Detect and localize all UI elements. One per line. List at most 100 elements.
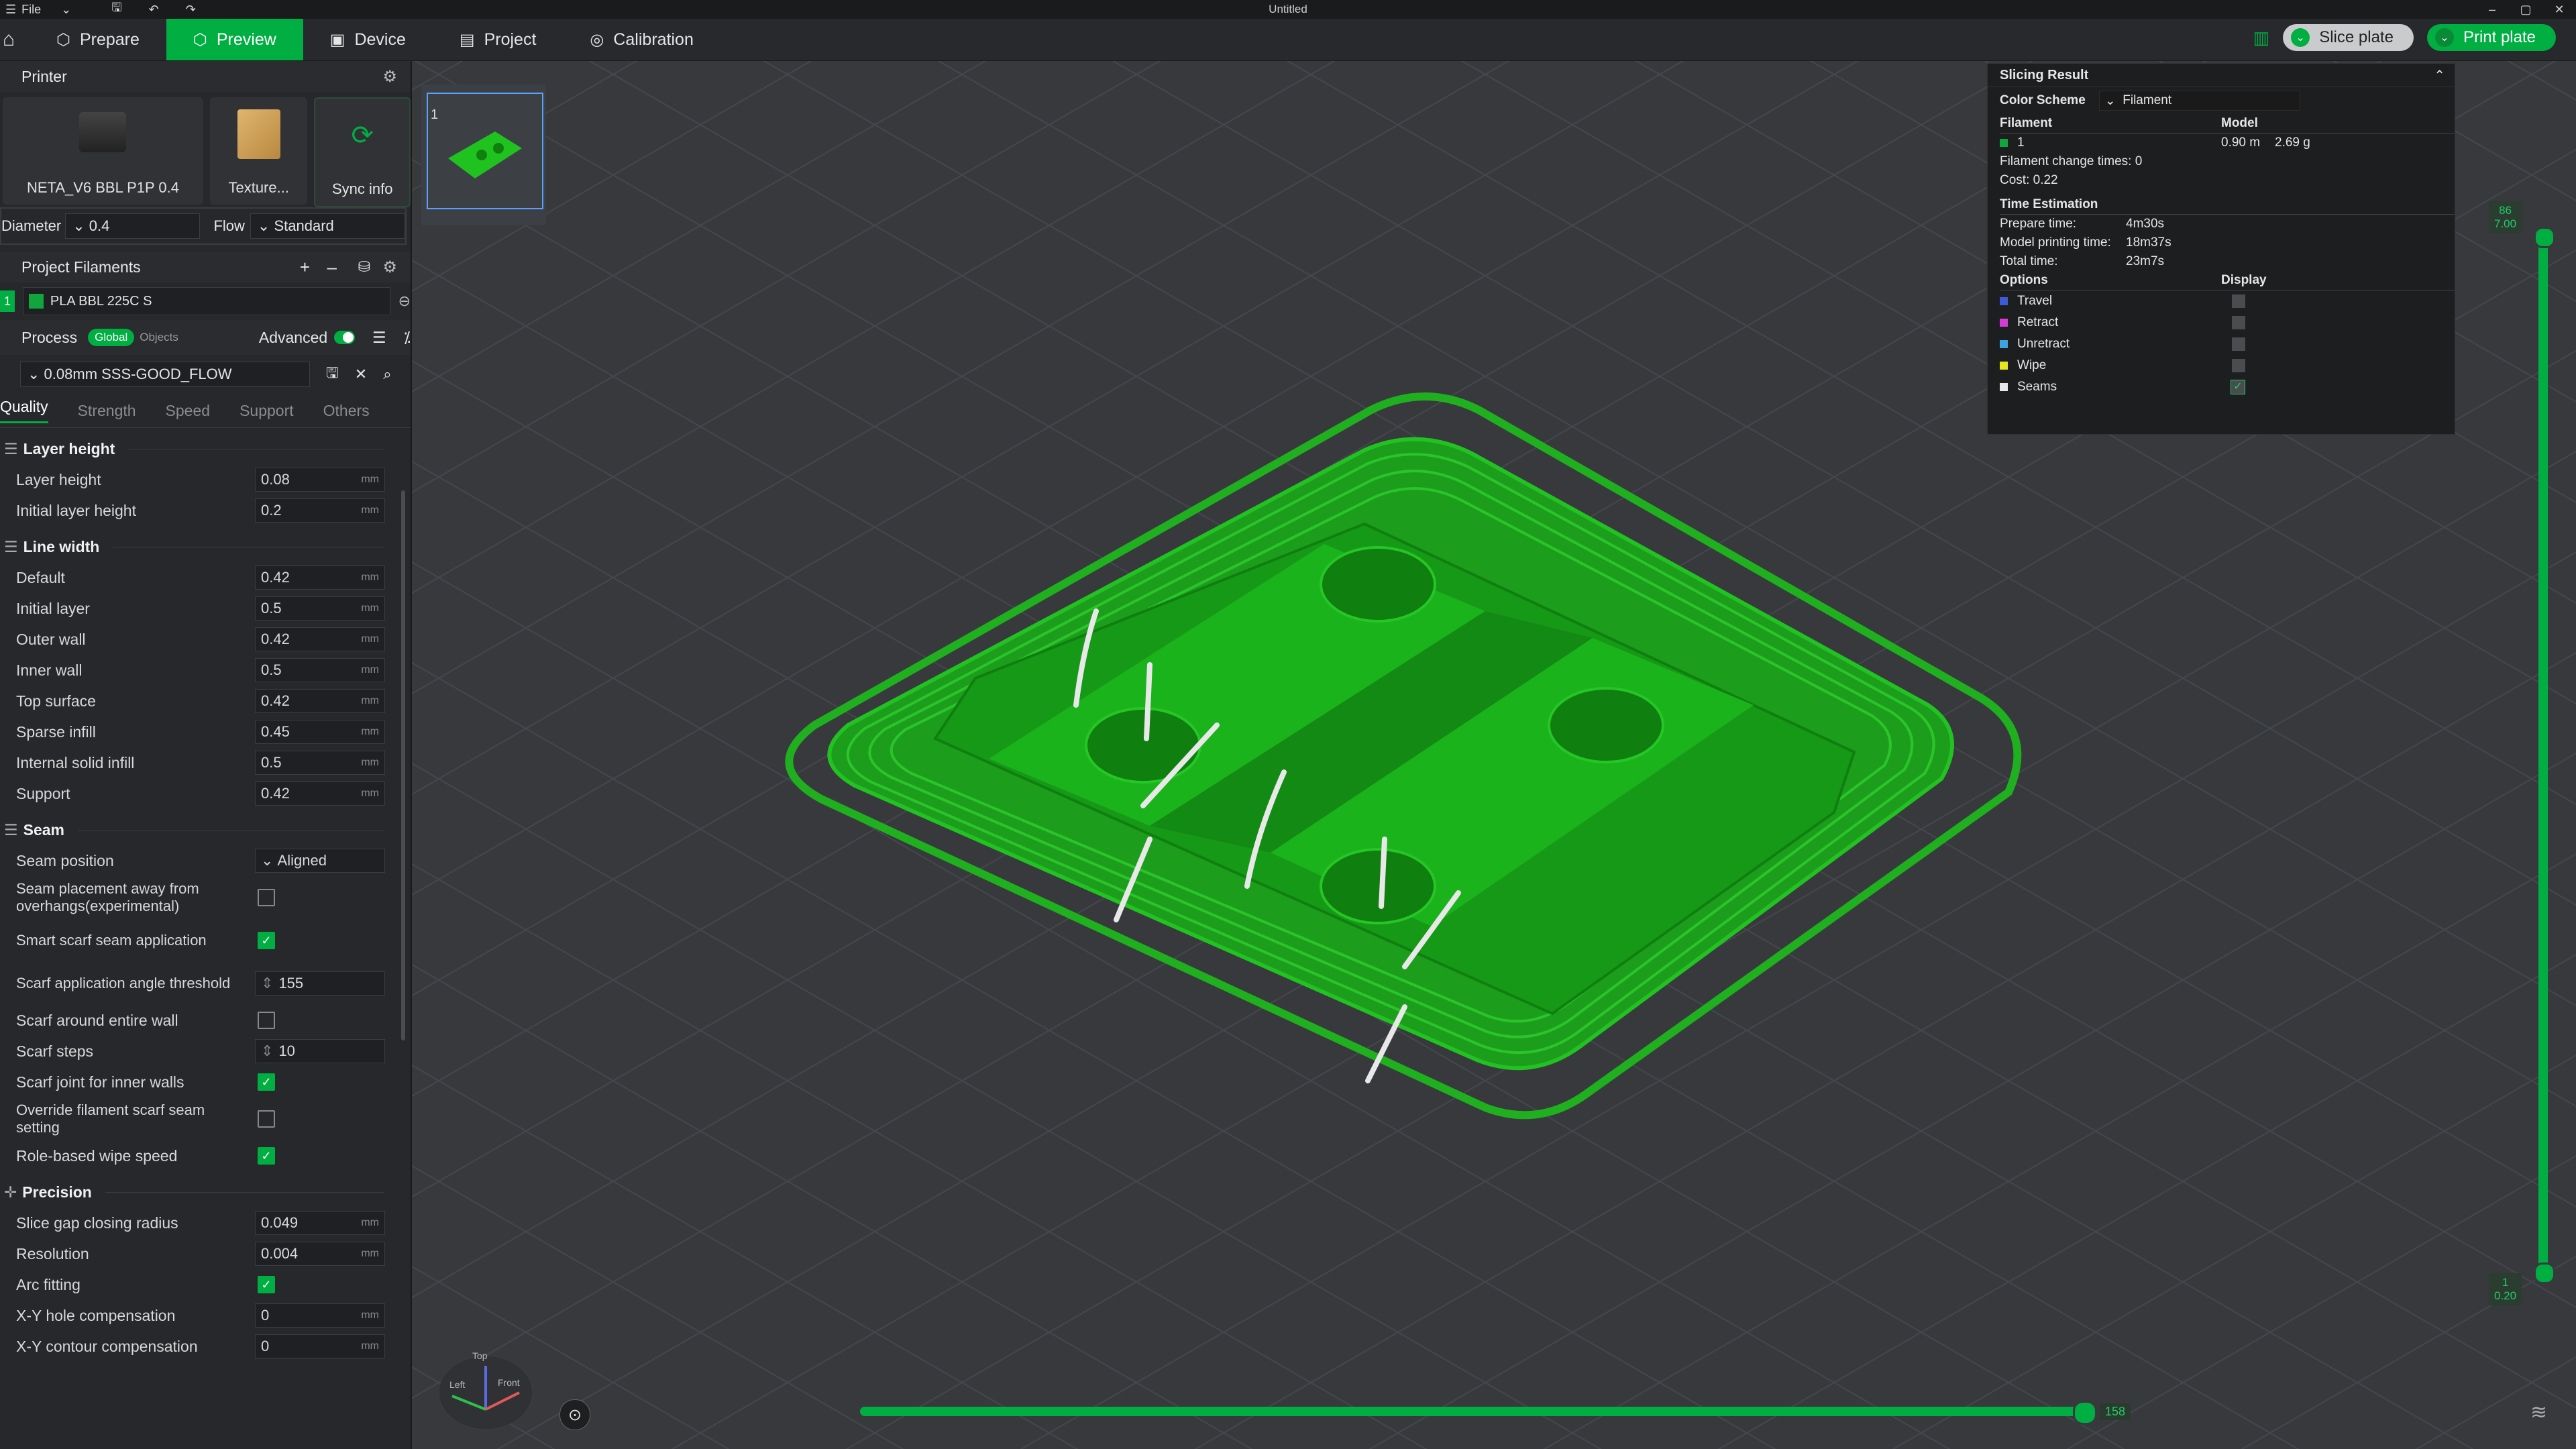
gear-icon[interactable]: ⚙	[382, 67, 397, 87]
chevron-down-icon[interactable]: ⌄	[61, 3, 71, 17]
scarf-steps-input[interactable]: ⇕ 10	[255, 1039, 385, 1063]
camera-icon[interactable]: ⊙	[559, 1399, 590, 1430]
filament-color-swatch[interactable]	[28, 294, 44, 309]
tab-speed[interactable]: Speed	[166, 402, 211, 420]
process-preset-select[interactable]: ⌄ 0.08mm SSS-GOOD_FLOW	[20, 362, 310, 387]
tab-device[interactable]: ▣ Device	[303, 19, 433, 60]
xy-contour-input[interactable]: 0 mm	[255, 1334, 385, 1358]
arc-fitting-checkbox[interactable]: ✓	[258, 1276, 275, 1293]
stepper-icon[interactable]: ⇕	[261, 975, 273, 992]
device-icon: ▣	[329, 30, 345, 49]
scope-objects-toggle[interactable]: Objects	[140, 331, 178, 344]
add-filament-icon[interactable]: +	[300, 257, 310, 278]
home-icon[interactable]: ⌂	[0, 19, 30, 60]
file-menu[interactable]: File	[21, 3, 41, 17]
filaments-section-header[interactable]: Project Filaments + – ⛁ ⚙	[0, 252, 411, 282]
flow-select[interactable]: ⌄ Standard	[250, 213, 405, 239]
print-plate-button[interactable]: ⌄ Print plate	[2426, 24, 2556, 51]
seams-display-checkbox[interactable]: ✓	[2231, 380, 2245, 394]
seam-position-select[interactable]: ⌄ Aligned	[255, 849, 385, 873]
gear-icon[interactable]: ⚙	[382, 258, 397, 277]
scarf-angle-input[interactable]: ⇕ 155	[255, 971, 385, 996]
tab-calibration[interactable]: ◎ Calibration	[563, 19, 720, 60]
filament-sync-icon[interactable]: ⛁	[358, 258, 370, 276]
resolution-input[interactable]: 0.004 mm	[255, 1242, 385, 1266]
save-icon[interactable]: 🖫	[111, 0, 121, 19]
list-icon[interactable]: ☰	[372, 329, 386, 347]
maximize-icon[interactable]: ▢	[2509, 0, 2542, 19]
layer-slider-bottom-handle[interactable]	[2534, 1263, 2555, 1284]
top-surface-width-input[interactable]: 0.42 mm	[255, 689, 385, 713]
tab-support[interactable]: Support	[239, 402, 294, 420]
stepper-icon[interactable]: ⇕	[261, 1042, 273, 1060]
filament-row[interactable]: 1 PLA BBL 225C S ⊖	[0, 282, 411, 320]
title-bar: ☰ File ⌄ 🖫 ↶ ↷ Untitled – ▢ ✕	[0, 0, 2576, 19]
layer-range-slider[interactable]	[2538, 228, 2548, 1275]
tab-project[interactable]: ▤ Project	[433, 19, 564, 60]
default-width-input[interactable]: 0.42 mm	[255, 566, 385, 590]
inner-wall-width-input[interactable]: 0.5 mm	[255, 658, 385, 682]
wipe-display-checkbox[interactable]	[2232, 359, 2245, 372]
slice-plate-button[interactable]: ⌄ Slice plate	[2283, 24, 2414, 51]
save-preset-icon[interactable]: 🖫	[326, 362, 339, 387]
close-icon[interactable]: ✕	[355, 366, 367, 383]
tab-strength[interactable]: Strength	[78, 402, 136, 420]
minimize-icon[interactable]: –	[2475, 0, 2509, 19]
sync-info-button[interactable]: ⟳ Sync info	[314, 97, 411, 207]
filament-edit-icon[interactable]: ⊖	[398, 292, 411, 310]
initial-layer-width-input[interactable]: 0.5 mm	[255, 596, 385, 621]
unit-label: mm	[361, 695, 379, 706]
retract-display-checkbox[interactable]	[2232, 316, 2245, 329]
total-time-row: Total time: 23m7s	[1988, 252, 2455, 271]
chevron-down-icon[interactable]: ⌄	[2434, 28, 2454, 47]
axis-gizmo[interactable]: Top Left Front	[425, 1336, 546, 1436]
remove-filament-icon[interactable]: –	[327, 257, 337, 278]
undo-icon[interactable]: ↶	[149, 3, 159, 17]
advanced-toggle[interactable]	[334, 331, 356, 344]
sparse-infill-width-input[interactable]: 0.45 mm	[255, 720, 385, 744]
xy-hole-input[interactable]: 0 mm	[255, 1303, 385, 1328]
travel-display-checkbox[interactable]	[2232, 294, 2245, 308]
chevron-down-icon[interactable]: ⌄	[2291, 28, 2310, 47]
search-icon[interactable]: ⌕	[383, 366, 391, 383]
advanced-label: Advanced	[258, 328, 328, 346]
printer-select[interactable]: NETA_V6 BBL P1P 0.4	[3, 97, 203, 205]
override-scarf-checkbox[interactable]	[258, 1110, 275, 1128]
color-scheme-select[interactable]: ⌄ Filament	[2098, 91, 2300, 111]
support-width-input[interactable]: 0.42 mm	[255, 782, 385, 806]
redo-icon[interactable]: ↷	[186, 3, 196, 17]
tab-others[interactable]: Others	[323, 402, 370, 420]
scarf-entire-wall-checkbox[interactable]	[258, 1012, 275, 1029]
smart-scarf-checkbox[interactable]: ✓	[258, 932, 275, 949]
move-slider-value: 158	[2100, 1403, 2131, 1420]
filament-select[interactable]: PLA BBL 225C S	[22, 287, 390, 315]
settings-scrollbar[interactable]	[401, 490, 405, 1040]
seam-away-checkbox[interactable]	[258, 889, 275, 906]
collapse-icon[interactable]: ⌃	[2434, 67, 2445, 84]
initial-layer-height-input[interactable]: 0.2 mm	[255, 498, 385, 523]
layout-icon[interactable]: ▥	[2253, 28, 2270, 48]
unretract-display-checkbox[interactable]	[2232, 337, 2245, 351]
diameter-select[interactable]: ⌄ 0.4	[65, 213, 201, 239]
tab-prepare[interactable]: ⬡ Prepare	[30, 19, 166, 60]
layer-height-input[interactable]: 0.08 mm	[255, 468, 385, 492]
outer-wall-width-input[interactable]: 0.42 mm	[255, 627, 385, 651]
internal-solid-infill-width-input[interactable]: 0.5 mm	[255, 751, 385, 775]
hamburger-icon[interactable]: ☰	[5, 3, 16, 17]
filament-usage-row: 1 0.90 m 2.69 g	[1988, 133, 2455, 152]
tab-quality[interactable]: Quality	[0, 398, 48, 423]
scope-global-toggle[interactable]: Global	[88, 329, 135, 346]
layer-slider-top-handle[interactable]	[2534, 227, 2555, 248]
move-slider[interactable]	[860, 1407, 2080, 1416]
move-slider-handle[interactable]	[2073, 1401, 2097, 1425]
plate-thumbnail[interactable]: 1	[421, 85, 546, 225]
printer-section-header[interactable]: Printer ⚙	[0, 61, 411, 92]
layers-icon[interactable]: ≋	[2530, 1401, 2547, 1424]
scarf-joint-inner-checkbox[interactable]: ✓	[258, 1073, 275, 1091]
plate-type-select[interactable]: Texture...	[209, 97, 308, 205]
tab-preview[interactable]: ⬡ Preview	[166, 19, 303, 60]
gap-closing-input[interactable]: 0.049 mm	[255, 1211, 385, 1235]
role-wipe-speed-checkbox[interactable]: ✓	[258, 1147, 275, 1165]
close-icon[interactable]: ✕	[2542, 0, 2576, 19]
compare-icon[interactable]: ⁒	[404, 329, 411, 347]
